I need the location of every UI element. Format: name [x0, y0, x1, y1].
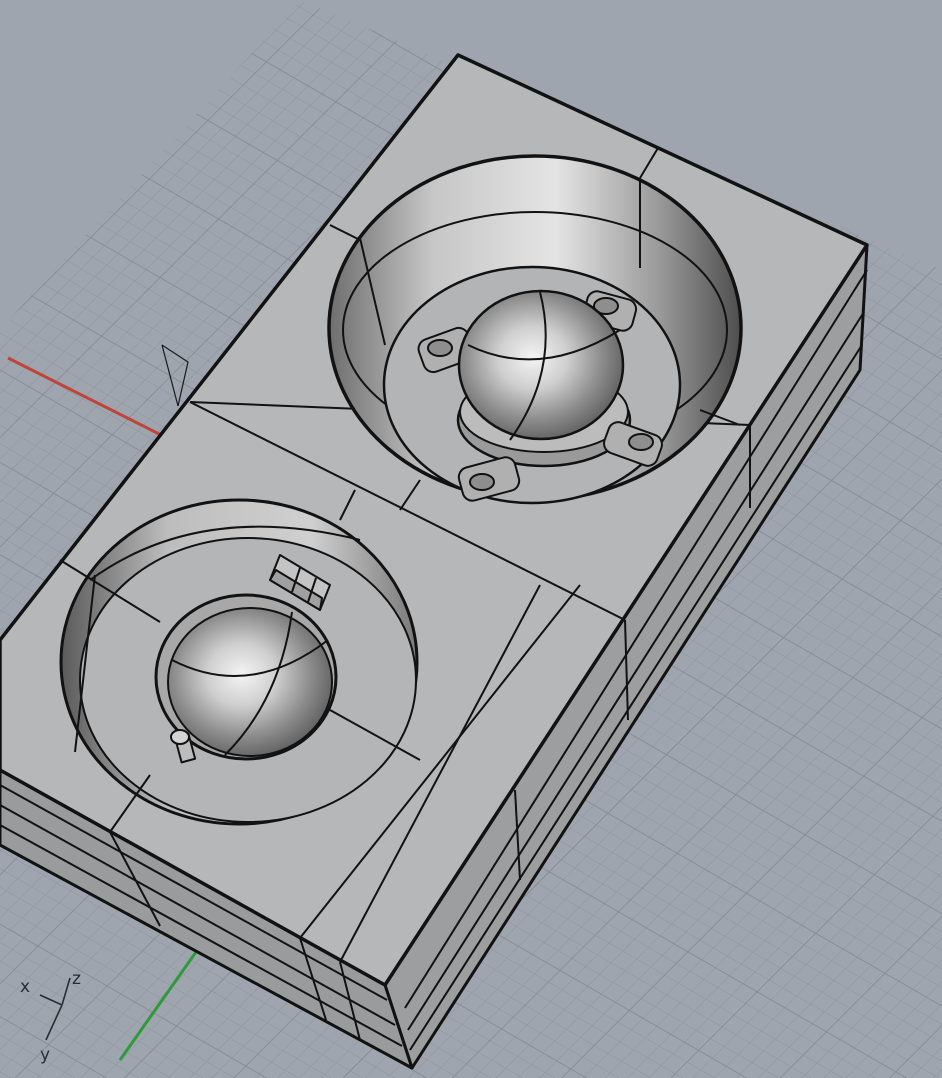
- scene-svg[interactable]: x z y: [0, 0, 942, 1078]
- gizmo-y-label: y: [40, 1045, 50, 1065]
- rhino-perspective-viewport[interactable]: x z y: [0, 0, 942, 1078]
- gizmo-z-label: z: [72, 969, 81, 989]
- gizmo-x-label: x: [20, 977, 30, 997]
